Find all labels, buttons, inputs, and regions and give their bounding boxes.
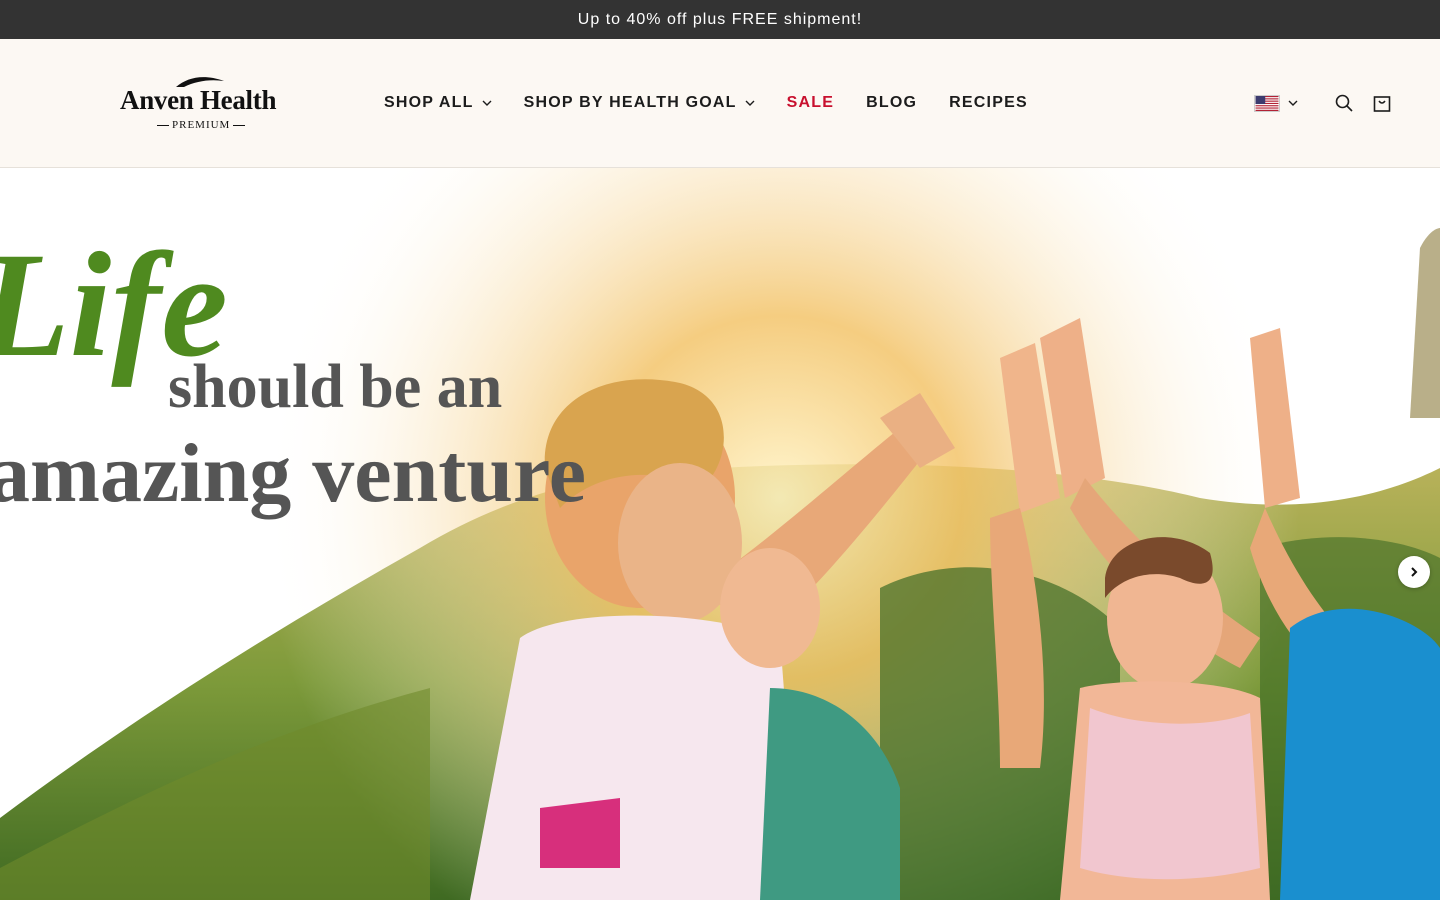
brand-logo[interactable]: Anven Health PREMIUM xyxy=(118,75,284,135)
chevron-down-icon xyxy=(1288,100,1298,106)
country-selector[interactable] xyxy=(1254,94,1298,112)
site-header: Anven Health PREMIUM SHOP ALL SHOP BY HE… xyxy=(0,39,1440,168)
nav-sale-label: SALE xyxy=(786,94,835,111)
announcement-bar: Up to 40% off plus FREE shipment! xyxy=(0,0,1440,39)
nav-shop-all[interactable]: SHOP ALL xyxy=(384,94,492,112)
nav-blog[interactable]: BLOG xyxy=(866,94,917,112)
cart-icon[interactable] xyxy=(1372,93,1392,113)
brand-name: Anven Health xyxy=(120,85,277,115)
main-nav: SHOP ALL SHOP BY HEALTH GOAL SALE BLOG R… xyxy=(384,39,1060,167)
brand-tagline: PREMIUM xyxy=(154,119,248,131)
nav-recipes-label: RECIPES xyxy=(949,94,1028,111)
hero-banner: Life should be an amazing venture xyxy=(0,168,1440,900)
nav-sale[interactable]: SALE xyxy=(787,94,834,112)
nav-health-goal-label: SHOP BY HEALTH GOAL xyxy=(523,94,737,111)
hero-headline: Life should be an amazing venture xyxy=(0,168,600,568)
nav-recipes[interactable]: RECIPES xyxy=(949,94,1028,112)
chevron-right-icon xyxy=(1411,567,1418,577)
hero-headline-line2: amazing venture xyxy=(0,427,587,520)
nav-blog-label: BLOG xyxy=(866,94,918,111)
chevron-down-icon xyxy=(482,100,492,106)
announcement-text: Up to 40% off plus FREE shipment! xyxy=(577,10,863,28)
chevron-down-icon xyxy=(745,100,755,106)
header-tools xyxy=(1254,39,1392,167)
us-flag-icon xyxy=(1254,94,1280,112)
nav-shop-all-label: SHOP ALL xyxy=(384,94,474,111)
hero-headline-line1: should be an xyxy=(168,353,503,421)
carousel-next-button[interactable] xyxy=(1398,556,1430,588)
nav-shop-by-health-goal[interactable]: SHOP BY HEALTH GOAL xyxy=(524,94,755,112)
search-icon[interactable] xyxy=(1334,93,1354,113)
